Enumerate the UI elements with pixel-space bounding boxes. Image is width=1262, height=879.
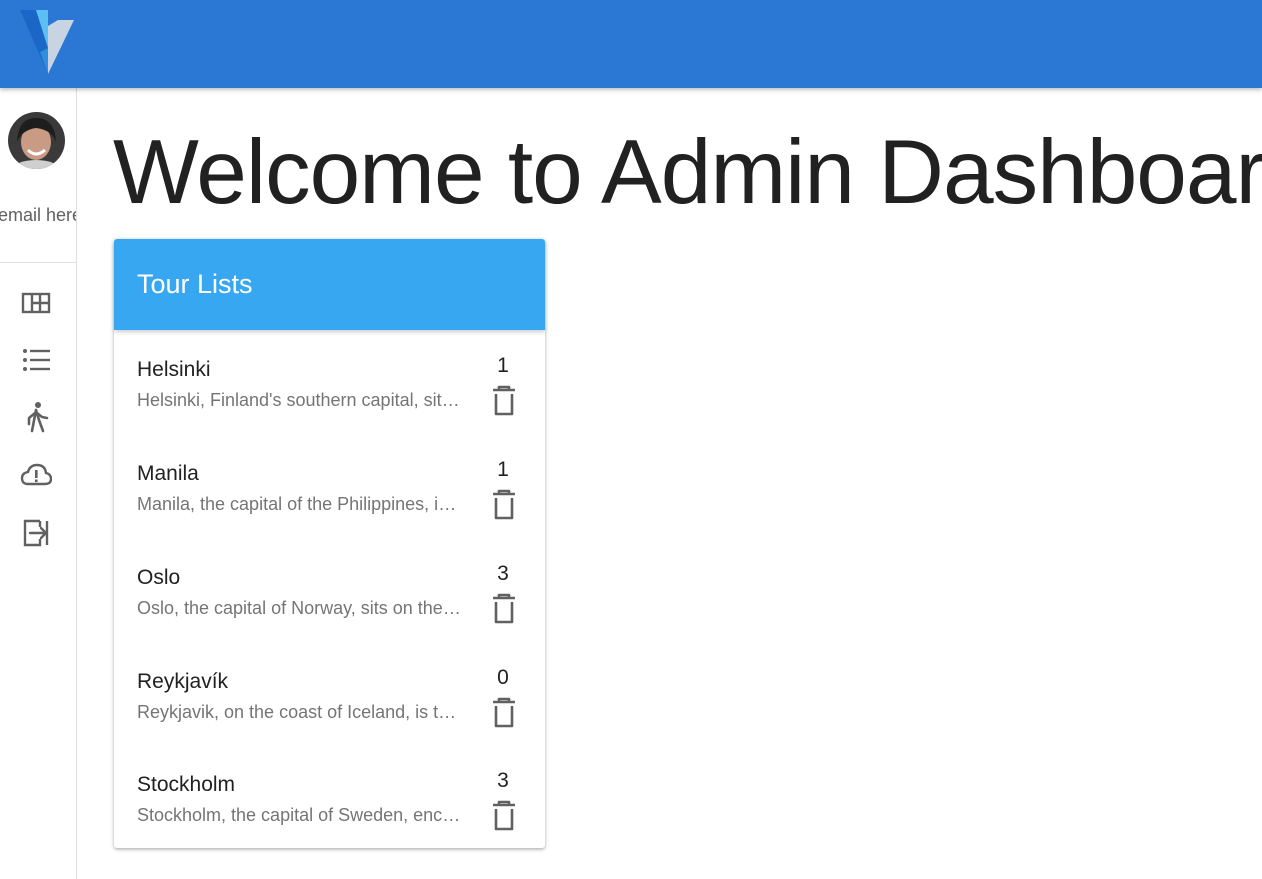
tour-name: Stockholm: [137, 773, 236, 796]
delete-icon[interactable]: [490, 697, 518, 729]
tour-description: Helsinki, Finland's southern capital, si…: [137, 390, 463, 410]
list-item[interactable]: Stockholm Stockholm, the capital of Swed…: [114, 756, 545, 860]
tour-description: Oslo, the capital of Norway, sits on the…: [137, 598, 463, 618]
user-avatar[interactable]: [8, 112, 65, 169]
delete-icon[interactable]: [490, 489, 518, 521]
tour-list-card: Tour Lists Helsinki Helsinki, Finland's …: [114, 239, 545, 848]
list-item[interactable]: Manila Manila, the capital of the Philip…: [114, 445, 545, 549]
tour-count: 1: [497, 354, 509, 377]
list-item[interactable]: Helsinki Helsinki, Finland's southern ca…: [114, 341, 545, 445]
tour-name: Reykjavík: [137, 670, 229, 693]
delete-icon[interactable]: [490, 593, 518, 625]
list-item[interactable]: Oslo Oslo, the capital of Norway, sits o…: [114, 549, 545, 653]
drawer-divider: [0, 262, 76, 263]
tour-count: 3: [497, 769, 509, 792]
page-title: Welcome to Admin Dashboard: [113, 122, 1262, 223]
delete-icon[interactable]: [490, 385, 518, 417]
card-header: Tour Lists: [114, 239, 545, 330]
vuetify-logo-icon[interactable]: [18, 8, 78, 78]
exit-icon[interactable]: [20, 517, 52, 549]
tour-count: 0: [497, 666, 509, 689]
list-item[interactable]: Reykjavík Reykjavik, on the coast of Ice…: [114, 653, 545, 757]
tour-description: Reykjavik, on the coast of Iceland, is t…: [137, 702, 463, 722]
dashboard-icon[interactable]: [20, 287, 52, 319]
walk-icon[interactable]: [20, 401, 52, 433]
tour-name: Helsinki: [137, 358, 211, 381]
tour-count: 3: [497, 562, 509, 585]
tour-name: Manila: [137, 462, 199, 485]
card-title: Tour Lists: [137, 269, 253, 299]
tour-description: Stockholm, the capital of Sweden, encomp…: [137, 805, 463, 825]
app-bar: [0, 0, 1262, 88]
navigation-drawer: email here: [0, 88, 77, 879]
delete-icon[interactable]: [490, 800, 518, 832]
tour-description: Manila, the capital of the Philippines, …: [137, 494, 463, 514]
tour-count: 1: [497, 458, 509, 481]
cloud-alert-icon[interactable]: [20, 459, 52, 491]
user-email: email here: [0, 205, 77, 225]
list-icon[interactable]: [20, 344, 52, 376]
tour-name: Oslo: [137, 566, 181, 589]
